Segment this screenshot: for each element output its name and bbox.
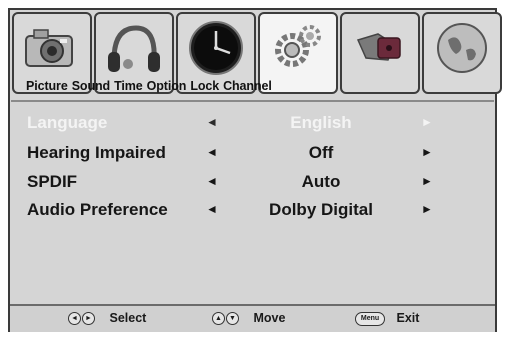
tab-label-channel: Channel <box>223 79 272 93</box>
row-label: Hearing Impaired <box>27 143 166 162</box>
tab-lock[interactable] <box>340 12 420 94</box>
settings-panel: Language ◄ English ► Hearing Impaired ◄ … <box>11 100 494 306</box>
down-button-icon: ▼ <box>226 312 239 326</box>
headphones-icon <box>108 25 160 72</box>
row-label: Language <box>27 113 108 132</box>
globe-icon <box>437 23 487 73</box>
tab-label-picture: Picture <box>26 79 68 93</box>
tab-label-time: Time <box>114 79 143 93</box>
row-value: Off <box>308 143 334 162</box>
hint-move-label: Move <box>253 311 286 325</box>
arrow-left-icon[interactable]: ◄ <box>206 145 218 159</box>
row-value: Auto <box>301 172 341 191</box>
tab-label-strip: Picture Sound Time Option Lock Channel <box>26 79 276 93</box>
row-value: Dolby Digital <box>269 200 373 219</box>
menu-key-icon: Menu <box>355 311 385 326</box>
arrow-right-icon[interactable]: ► <box>421 174 433 188</box>
arrow-right-icon[interactable]: ► <box>421 202 433 216</box>
tab-channel[interactable] <box>422 12 502 94</box>
osd-window: Picture Sound Time Option Lock Channel Langua… <box>8 8 502 332</box>
tab-label-sound: Sound <box>71 79 111 93</box>
menu-row-hearing-impaired[interactable]: Hearing Impaired ◄ Off ► <box>11 140 494 166</box>
arrow-right-icon[interactable]: ► <box>421 115 433 129</box>
right-button-icon: ► <box>82 312 95 326</box>
hint-exit: Menu Exit <box>355 311 419 326</box>
footer-hint-bar: ◄ ► Select ▲ ▼ Move Menu Exit <box>10 304 495 332</box>
gear-icon <box>275 25 321 67</box>
arrow-left-icon[interactable]: ◄ <box>206 202 218 216</box>
tab-label-option: Option <box>146 79 187 93</box>
arrow-left-icon[interactable]: ◄ <box>206 174 218 188</box>
menu-row-audio-preference[interactable]: Audio Preference ◄ Dolby Digital ► <box>11 197 494 223</box>
hint-select: ◄ ► Select <box>68 311 147 326</box>
menu-row-spdif[interactable]: SPDIF ◄ Auto ► <box>11 169 494 195</box>
tab-strip: Picture Sound Time Option Lock Channel <box>10 10 502 100</box>
clock-icon <box>189 21 243 75</box>
row-label: Audio Preference <box>27 200 168 219</box>
up-button-icon: ▲ <box>212 312 225 326</box>
row-label: SPDIF <box>27 172 78 191</box>
menu-row-language[interactable]: Language ◄ English ► <box>11 110 494 136</box>
hint-move: ▲ ▼ Move <box>212 311 286 326</box>
tab-label-lock: Lock <box>190 79 220 93</box>
hint-select-label: Select <box>109 311 147 325</box>
arrow-left-icon[interactable]: ◄ <box>206 115 218 129</box>
arrow-right-icon[interactable]: ► <box>421 145 433 159</box>
left-button-icon: ◄ <box>68 312 81 326</box>
hint-exit-label: Exit <box>396 311 420 325</box>
lock-icon <box>356 33 401 61</box>
row-value: English <box>290 113 352 132</box>
camera-icon <box>25 29 73 67</box>
